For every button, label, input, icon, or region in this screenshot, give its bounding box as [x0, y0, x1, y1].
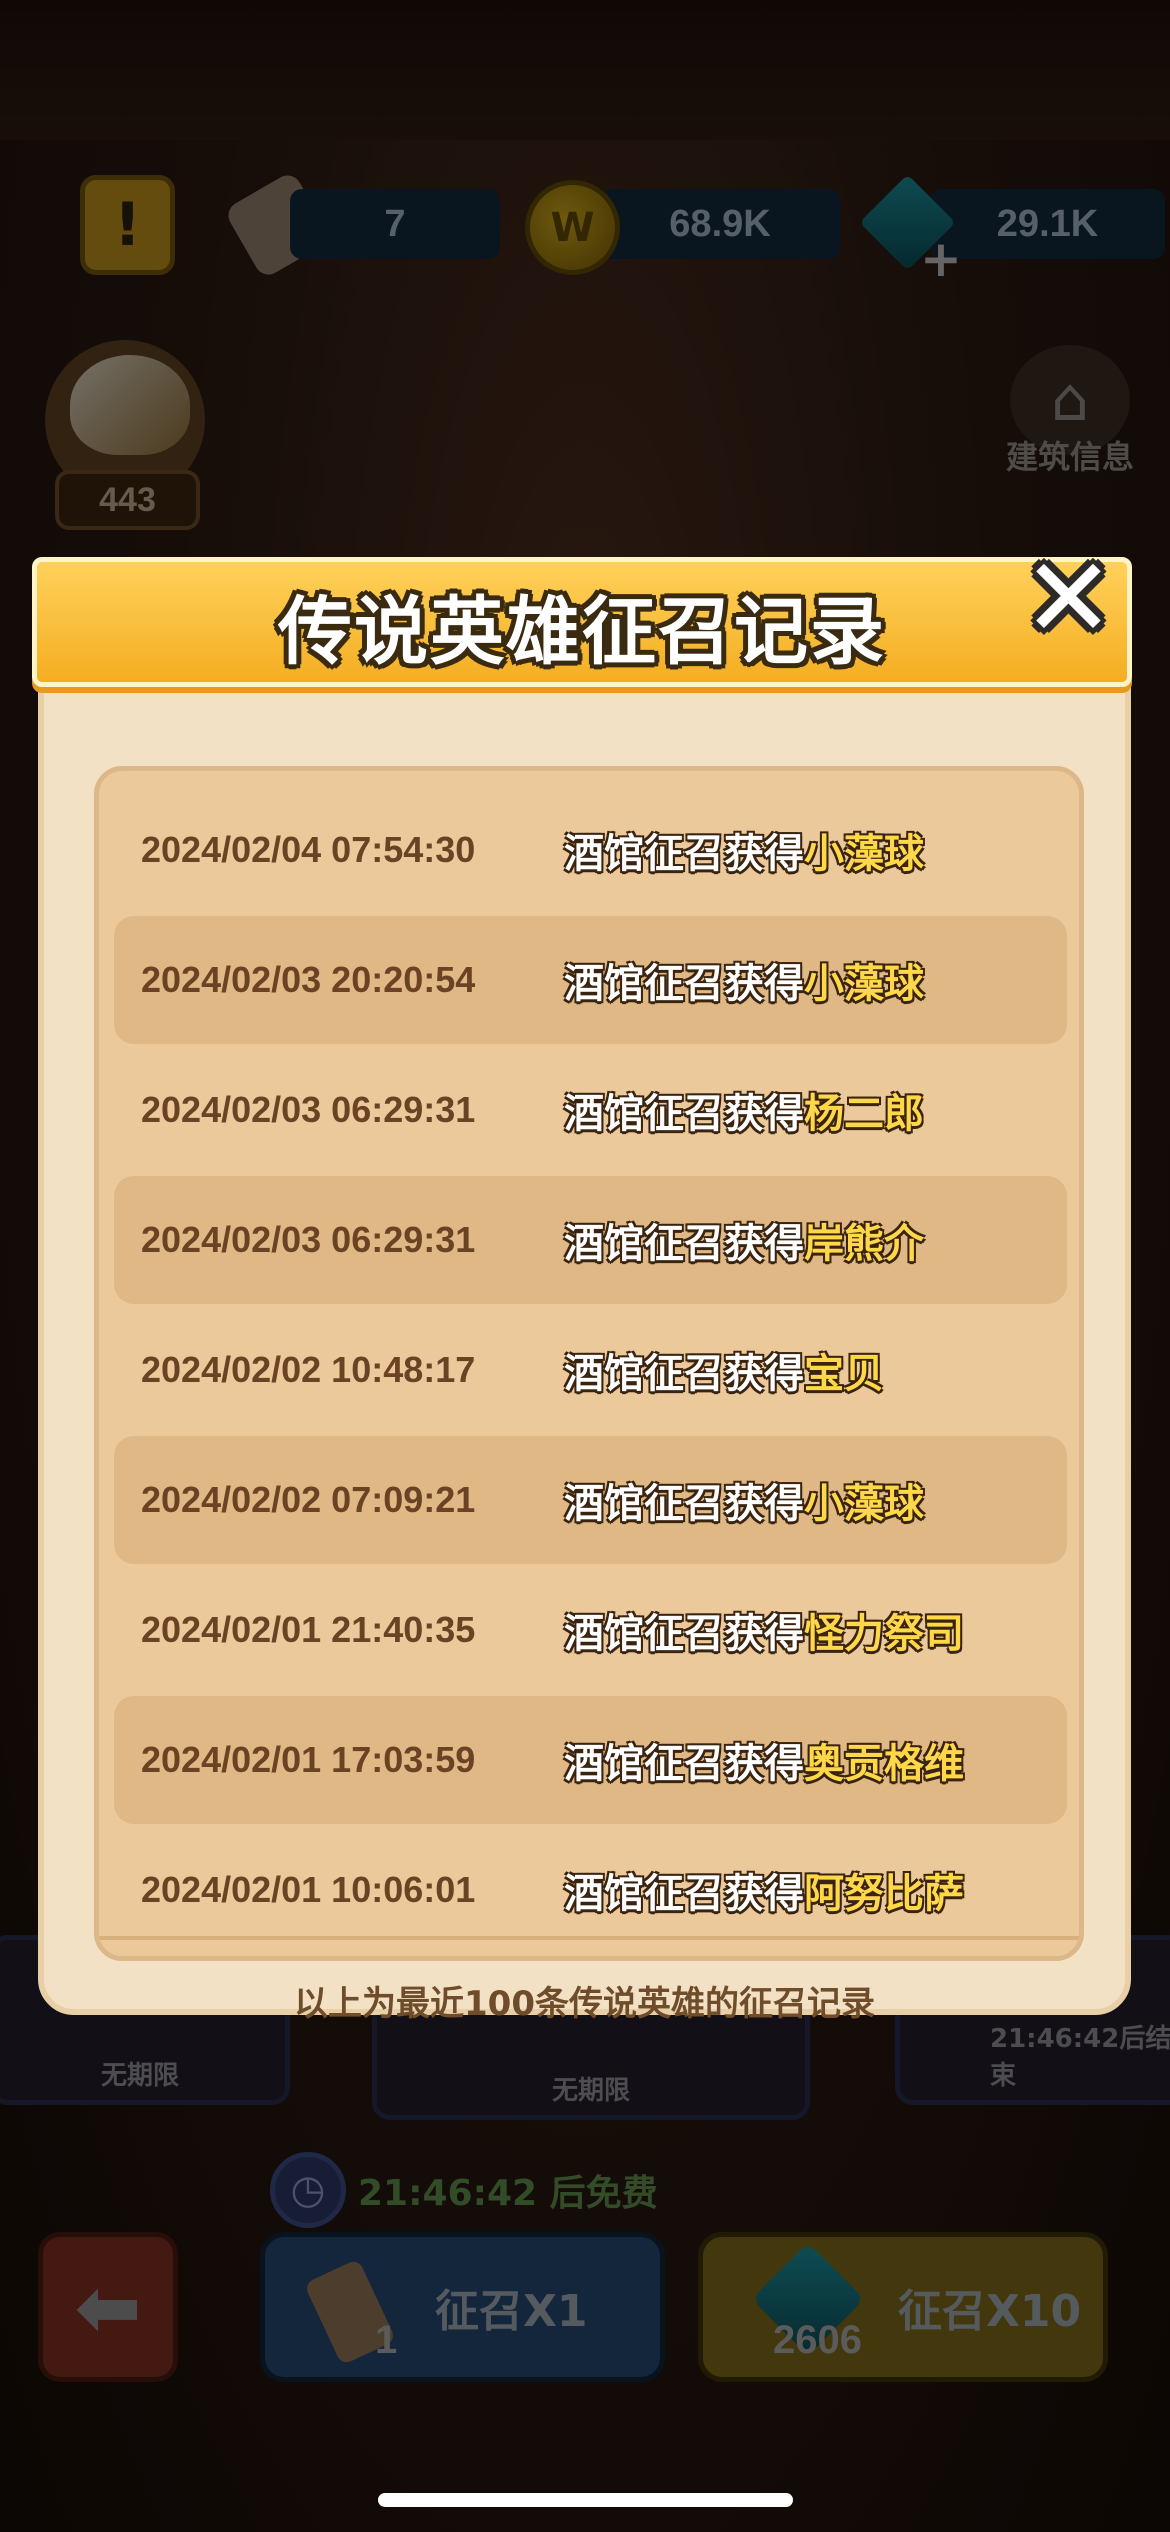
close-button[interactable]: ✕ — [1006, 533, 1131, 662]
dialog-header: 传说英雄征召记录 — [32, 557, 1132, 687]
record-time: 2024/02/01 10:06:01 — [141, 1869, 476, 1910]
record-prefix: 酒馆征召获得 — [564, 1091, 804, 1137]
record-hero-name: 岸熊介 — [804, 1221, 924, 1267]
record-text: 酒馆征召获得怪力祭司 — [564, 1601, 964, 1659]
record-list[interactable]: 2024/02/04 07:54:30 酒馆征召获得小藻球 2024/02/03… — [94, 766, 1084, 1961]
record-text: 酒馆征召获得小藻球 — [564, 821, 924, 879]
record-row: 2024/02/02 10:48:17 酒馆征召获得宝贝 — [114, 1306, 1067, 1434]
record-prefix: 酒馆征召获得 — [564, 831, 804, 877]
summon-record-dialog: 2024/02/04 07:54:30 酒馆征召获得小藻球 2024/02/03… — [32, 534, 1132, 2024]
record-row: 2024/02/01 10:06:01 酒馆征召获得阿努比萨 — [114, 1826, 1067, 1954]
record-text: 酒馆征召获得杨二郎 — [564, 1081, 924, 1139]
home-indicator[interactable] — [378, 2493, 793, 2507]
record-row: 2024/02/01 17:03:59 酒馆征召获得奥贡格维 — [114, 1696, 1067, 1824]
record-hero-name: 小藻球 — [804, 961, 924, 1007]
dialog-body: 2024/02/04 07:54:30 酒馆征召获得小藻球 2024/02/03… — [38, 625, 1131, 2024]
record-time: 2024/02/02 10:48:17 — [141, 1349, 476, 1390]
record-text: 酒馆征召获得岸熊介 — [564, 1211, 924, 1269]
record-text: 酒馆征召获得小藻球 — [564, 951, 924, 1009]
record-time: 2024/02/03 20:20:54 — [141, 959, 476, 1000]
dialog-title: 传说英雄征召记录 — [278, 589, 886, 675]
record-time: 2024/02/01 17:03:59 — [141, 1739, 476, 1780]
record-hero-name: 怪力祭司 — [804, 1611, 964, 1657]
record-hero-name: 小藻球 — [804, 1481, 924, 1527]
record-prefix: 酒馆征召获得 — [564, 1611, 804, 1657]
close-icon: ✕ — [1022, 533, 1115, 662]
record-row: 2024/02/04 07:54:30 酒馆征召获得小藻球 — [114, 786, 1067, 914]
record-row: 2024/02/03 06:29:31 酒馆征召获得杨二郎 — [114, 1046, 1067, 1174]
record-row: 2024/02/01 21:40:35 酒馆征召获得怪力祭司 — [114, 1566, 1067, 1694]
record-hero-name: 小藻球 — [804, 831, 924, 877]
record-row: 2024/02/03 06:29:31 酒馆征召获得岸熊介 — [114, 1176, 1067, 1304]
record-row: 2024/02/02 07:09:21 酒馆征召获得小藻球 — [114, 1436, 1067, 1564]
record-hero-name: 宝贝 — [804, 1351, 884, 1397]
record-text: 酒馆征召获得奥贡格维 — [564, 1731, 964, 1789]
record-time: 2024/02/03 06:29:31 — [141, 1219, 476, 1260]
record-text: 酒馆征召获得阿努比萨 — [564, 1861, 964, 1919]
record-prefix: 酒馆征召获得 — [564, 1871, 804, 1917]
record-hero-name: 阿努比萨 — [804, 1871, 964, 1917]
record-footer-note: 以上为最近100条传说英雄的征召记录 — [294, 1984, 875, 2024]
record-row: 2024/02/03 20:20:54 酒馆征召获得小藻球 — [114, 916, 1067, 1044]
record-text: 酒馆征召获得宝贝 — [564, 1341, 884, 1399]
list-bottom-edge — [99, 1936, 1079, 1956]
record-time: 2024/02/03 06:29:31 — [141, 1089, 476, 1130]
record-hero-name: 奥贡格维 — [804, 1741, 964, 1787]
record-time: 2024/02/02 07:09:21 — [141, 1479, 476, 1520]
record-hero-name: 杨二郎 — [804, 1091, 924, 1137]
record-time: 2024/02/01 21:40:35 — [141, 1609, 476, 1650]
record-text: 酒馆征召获得小藻球 — [564, 1471, 924, 1529]
record-prefix: 酒馆征召获得 — [564, 1481, 804, 1527]
record-prefix: 酒馆征召获得 — [564, 1741, 804, 1787]
record-time: 2024/02/04 07:54:30 — [141, 829, 476, 870]
record-prefix: 酒馆征召获得 — [564, 1221, 804, 1267]
record-prefix: 酒馆征召获得 — [564, 1351, 804, 1397]
record-prefix: 酒馆征召获得 — [564, 961, 804, 1007]
